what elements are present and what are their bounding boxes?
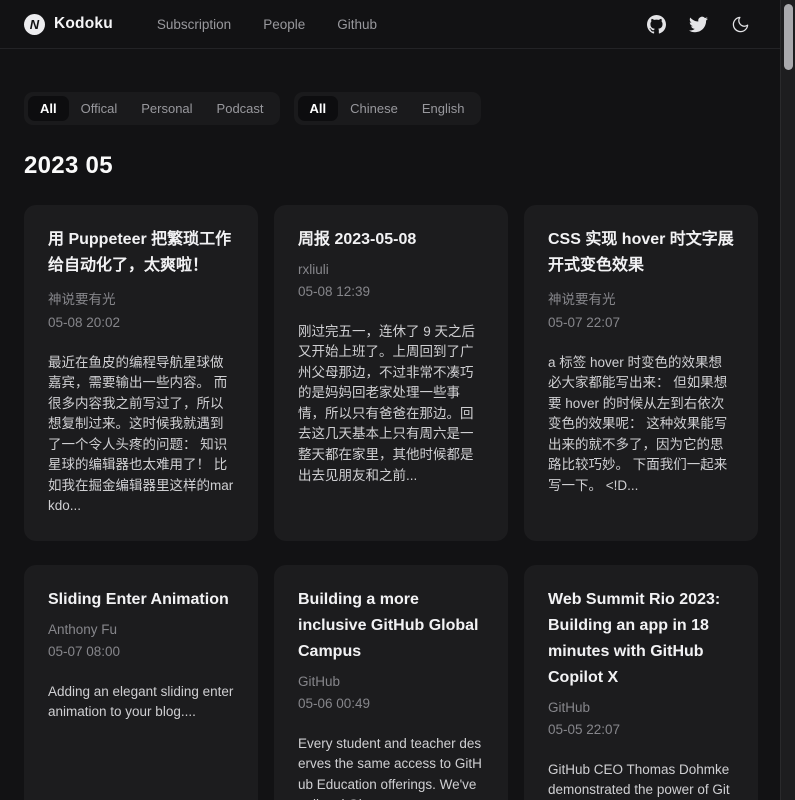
nav-item-github[interactable]: Github [321, 11, 393, 38]
post-title: Sliding Enter Animation [48, 587, 234, 613]
post-card[interactable]: CSS 实现 hover 时文字展开式变色效果 神说要有光 05-07 22:0… [524, 205, 758, 541]
post-title: Web Summit Rio 2023: Building an app in … [548, 587, 734, 691]
post-card[interactable]: Sliding Enter Animation Anthony Fu 05-07… [24, 565, 258, 800]
post-author: Anthony Fu [48, 622, 234, 637]
post-excerpt: Every student and teacher deserves the s… [298, 734, 484, 800]
post-excerpt: GitHub CEO Thomas Dohmke demonstrated th… [548, 760, 734, 800]
filter-option-category-all[interactable]: All [28, 96, 69, 121]
post-date: 05-08 12:39 [298, 284, 484, 299]
post-author: rxliuli [298, 262, 484, 277]
post-grid: 用 Puppeteer 把繁琐工作给自动化了，太爽啦！ 神说要有光 05-08 … [24, 205, 758, 800]
filter-option-category-podcast[interactable]: Podcast [205, 96, 276, 121]
kodoku-logo-icon: N [24, 14, 45, 35]
filter-option-language-english[interactable]: English [410, 96, 477, 121]
post-date: 05-07 22:07 [548, 315, 734, 330]
post-date: 05-05 22:07 [548, 722, 734, 737]
post-excerpt: a 标签 hover 时变色的效果想必大家都能写出来： 但如果想要 hover … [548, 353, 734, 497]
post-card[interactable]: 周报 2023-05-08 rxliuli 05-08 12:39 刚过完五一，… [274, 205, 508, 541]
filter-option-language-chinese[interactable]: Chinese [338, 96, 410, 121]
nav-links: SubscriptionPeopleGithub [141, 11, 393, 38]
main-content: AllOfficalPersonalPodcast AllChineseEngl… [0, 92, 780, 800]
post-date: 05-06 00:49 [298, 696, 484, 711]
nav-item-people[interactable]: People [247, 11, 321, 38]
filter-group-language: AllChineseEnglish [294, 92, 481, 125]
post-title: CSS 实现 hover 时文字展开式变色效果 [548, 227, 734, 279]
scrollbar-track[interactable] [780, 0, 795, 800]
post-card[interactable]: Web Summit Rio 2023: Building an app in … [524, 565, 758, 800]
post-author: GitHub [298, 674, 484, 689]
post-title: 用 Puppeteer 把繁琐工作给自动化了，太爽啦！ [48, 227, 234, 279]
moon-icon[interactable] [731, 15, 750, 34]
filter-group-category: AllOfficalPersonalPodcast [24, 92, 280, 125]
post-card[interactable]: Building a more inclusive GitHub Global … [274, 565, 508, 800]
post-author: 神说要有光 [548, 288, 734, 308]
scrollbar-thumb[interactable] [784, 4, 793, 70]
header-icons [647, 15, 750, 34]
post-date: 05-07 08:00 [48, 644, 234, 659]
filter-option-category-offical[interactable]: Offical [69, 96, 130, 121]
post-title: Building a more inclusive GitHub Global … [298, 587, 484, 665]
twitter-icon[interactable] [689, 15, 708, 34]
post-date: 05-08 20:02 [48, 315, 234, 330]
top-nav: N Kodoku SubscriptionPeopleGithub [0, 0, 780, 49]
post-author: 神说要有光 [48, 288, 234, 308]
post-author: GitHub [548, 700, 734, 715]
post-title: 周报 2023-05-08 [298, 227, 484, 253]
filter-bar: AllOfficalPersonalPodcast AllChineseEngl… [24, 92, 758, 125]
brand[interactable]: N Kodoku [24, 14, 113, 35]
post-excerpt: 最近在鱼皮的编程导航星球做嘉宾，需要输出一些内容。 而很多内容我之前写过了，所以… [48, 353, 234, 517]
filter-option-category-personal[interactable]: Personal [129, 96, 204, 121]
section-title: 2023 05 [24, 152, 758, 180]
github-icon[interactable] [647, 15, 666, 34]
post-excerpt: Adding an elegant sliding enter animatio… [48, 682, 234, 723]
post-card[interactable]: 用 Puppeteer 把繁琐工作给自动化了，太爽啦！ 神说要有光 05-08 … [24, 205, 258, 541]
brand-name: Kodoku [54, 15, 113, 33]
post-excerpt: 刚过完五一，连休了 9 天之后又开始上班了。上周回到了广州父母那边，不过非常不凑… [298, 322, 484, 486]
nav-item-subscription[interactable]: Subscription [141, 11, 247, 38]
filter-option-language-all[interactable]: All [298, 96, 339, 121]
